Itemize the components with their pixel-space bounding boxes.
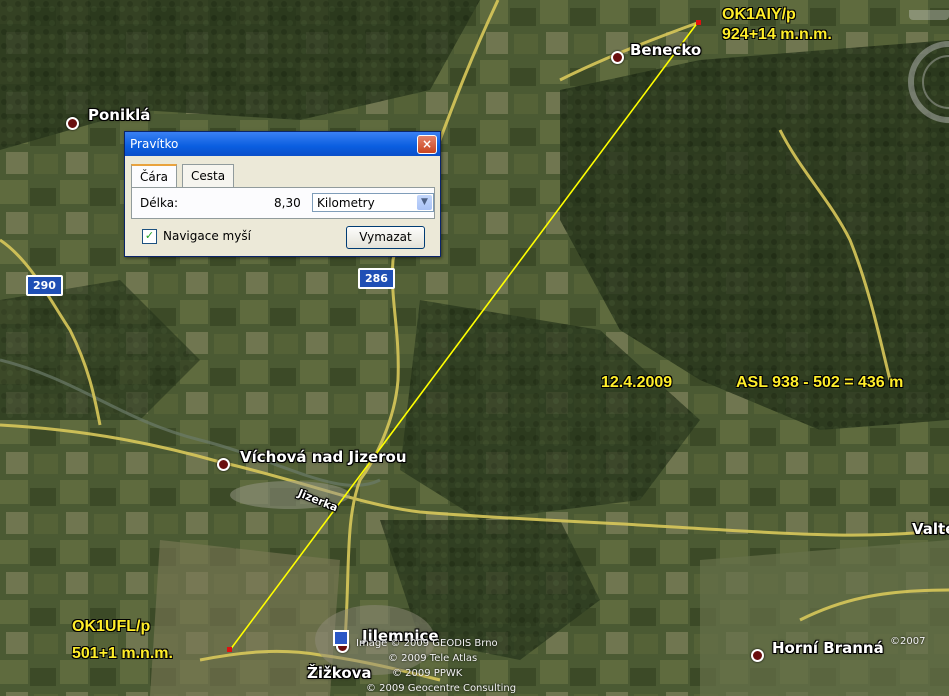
jilemnice-pin-icon[interactable] <box>333 630 349 646</box>
station-top-alt: 924+14 m.n.m. <box>722 26 832 43</box>
road-shield-290: 290 <box>26 275 63 296</box>
dialog-title: Pravítko <box>130 137 179 151</box>
dialog-titlebar[interactable]: Pravítko × <box>125 132 440 156</box>
unit-select[interactable]: Kilometry ▼ <box>312 193 434 212</box>
place-label[interactable]: Víchová nad Jizerou <box>240 448 407 466</box>
credit-line: © 2009 PPWK <box>392 668 463 679</box>
place-label[interactable]: Horní Branná <box>772 639 884 657</box>
copyright-corner: ©2007 <box>890 636 926 647</box>
credit-line: © 2009 Tele Atlas <box>388 653 478 664</box>
tab-line[interactable]: Čára <box>131 164 178 189</box>
clear-button[interactable]: Vymazat <box>346 226 425 249</box>
asl-label: ASL 938 - 502 = 436 m <box>736 374 904 391</box>
ruler-dialog: Pravítko × Čára Cesta Délka: 8,30 Kilome… <box>124 131 441 257</box>
station-bottom-alt: 501+1 m.n.m. <box>72 645 173 662</box>
nav-label[interactable]: Navigace myší <box>163 229 251 243</box>
compass-icon[interactable] <box>905 10 949 160</box>
ruler-end-point[interactable] <box>696 20 701 25</box>
station-bottom-call: OK1UFL/p <box>72 618 151 635</box>
close-icon[interactable]: × <box>417 135 437 154</box>
credit-line: Image © 2009 GEODIS Brno <box>356 638 498 649</box>
tab-path[interactable]: Cesta <box>182 164 235 187</box>
unit-selected: Kilometry <box>317 196 375 210</box>
place-label[interactable]: Žižkova <box>307 664 372 682</box>
nav-checkbox[interactable]: ✓ <box>142 229 157 244</box>
ruler-start-point[interactable] <box>227 647 232 652</box>
credit-line: © 2009 Geocentre Consulting <box>366 683 517 694</box>
satellite-map[interactable] <box>0 0 949 696</box>
length-label: Délka: <box>140 196 179 210</box>
date-label: 12.4.2009 <box>601 374 673 391</box>
place-label[interactable]: Benecko <box>630 41 701 59</box>
vichova-dot[interactable] <box>217 458 230 471</box>
place-label[interactable]: Valteřice <box>912 520 949 538</box>
ponikla-dot[interactable] <box>66 117 79 130</box>
ruler-panel: Délka: 8,30 Kilometry ▼ <box>131 187 435 219</box>
chevron-down-icon[interactable]: ▼ <box>417 195 432 210</box>
road-shield-286: 286 <box>358 268 395 289</box>
horni-branna-dot[interactable] <box>751 649 764 662</box>
length-value: 8,30 <box>274 196 301 210</box>
station-top-call: OK1AIY/p <box>722 6 796 23</box>
place-label[interactable]: Poniklá <box>88 106 150 124</box>
benecko-dot[interactable] <box>611 51 624 64</box>
